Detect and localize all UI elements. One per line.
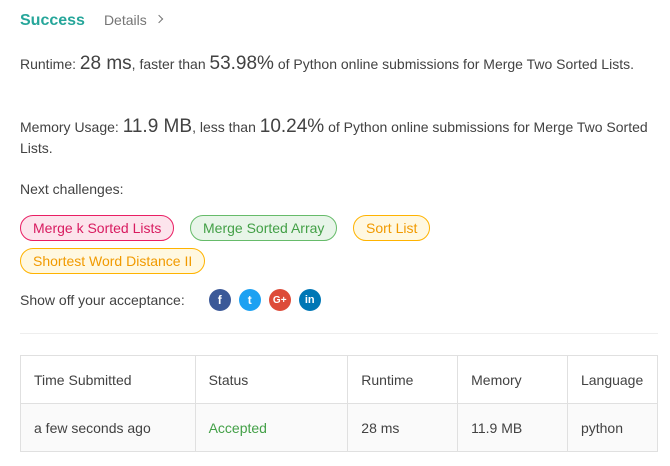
challenge-tag-sort-list[interactable]: Sort List	[353, 215, 431, 241]
linkedin-icon[interactable]: in	[298, 289, 321, 311]
status-accepted-link[interactable]: Accepted	[209, 420, 267, 436]
table-header-row: Time Submitted Status Runtime Memory Lan…	[20, 355, 659, 404]
challenge-tag-merge-sorted-array[interactable]: Merge Sorted Array	[190, 215, 338, 241]
share-label: Show off your acceptance:	[20, 292, 185, 308]
facebook-icon[interactable]: f	[208, 289, 231, 311]
details-label: Details	[103, 12, 147, 28]
divider	[20, 333, 658, 334]
submissions-table: Time Submitted Status Runtime Memory Lan…	[20, 355, 659, 452]
runtime-value: 28 ms	[79, 53, 132, 74]
memory-percent: 10.24%	[259, 116, 325, 137]
details-link[interactable]: Details	[103, 12, 163, 28]
memory-label: Memory Usage:	[20, 119, 123, 135]
challenge-tag-shortest-word-distance-ii[interactable]: Shortest Word Distance II	[20, 248, 206, 274]
challenge-tag-merge-k-sorted-lists[interactable]: Merge k Sorted Lists	[20, 215, 175, 241]
next-challenges-label: Next challenges:	[20, 181, 124, 197]
chevron-right-icon	[154, 14, 163, 24]
result-header: Success Details	[20, 12, 163, 32]
cell-language: python	[566, 403, 659, 452]
runtime-percent: 53.98%	[209, 53, 274, 74]
memory-value: 11.9 MB	[122, 116, 193, 137]
runtime-label: Runtime:	[20, 56, 80, 72]
runtime-faster-text: , faster than	[131, 56, 210, 72]
column-header-language: Language	[566, 355, 659, 404]
share-row: Show off your acceptance: f t G+ in	[20, 288, 329, 312]
runtime-tail: of Python online submissions for Merge T…	[273, 56, 634, 72]
cell-memory: 11.9 MB	[457, 403, 568, 452]
runtime-stat: Runtime: 28 ms, faster than 53.98% of Py…	[20, 53, 650, 75]
column-header-time-submitted: Time Submitted	[20, 355, 196, 404]
cell-runtime: 28 ms	[347, 403, 459, 452]
table-row: a few seconds ago Accepted 28 ms 11.9 MB…	[20, 403, 659, 452]
cell-time-submitted: a few seconds ago	[20, 403, 196, 452]
memory-less-text: , less than	[192, 119, 260, 135]
google-plus-icon[interactable]: G+	[268, 289, 291, 311]
column-header-runtime: Runtime	[347, 355, 459, 404]
twitter-icon[interactable]: t	[238, 289, 261, 311]
column-header-memory: Memory	[457, 355, 568, 404]
column-header-status: Status	[194, 355, 349, 404]
memory-stat: Memory Usage: 11.9 MB, less than 10.24% …	[20, 116, 650, 159]
status-title: Success	[20, 12, 85, 29]
cell-status: Accepted	[194, 403, 349, 452]
